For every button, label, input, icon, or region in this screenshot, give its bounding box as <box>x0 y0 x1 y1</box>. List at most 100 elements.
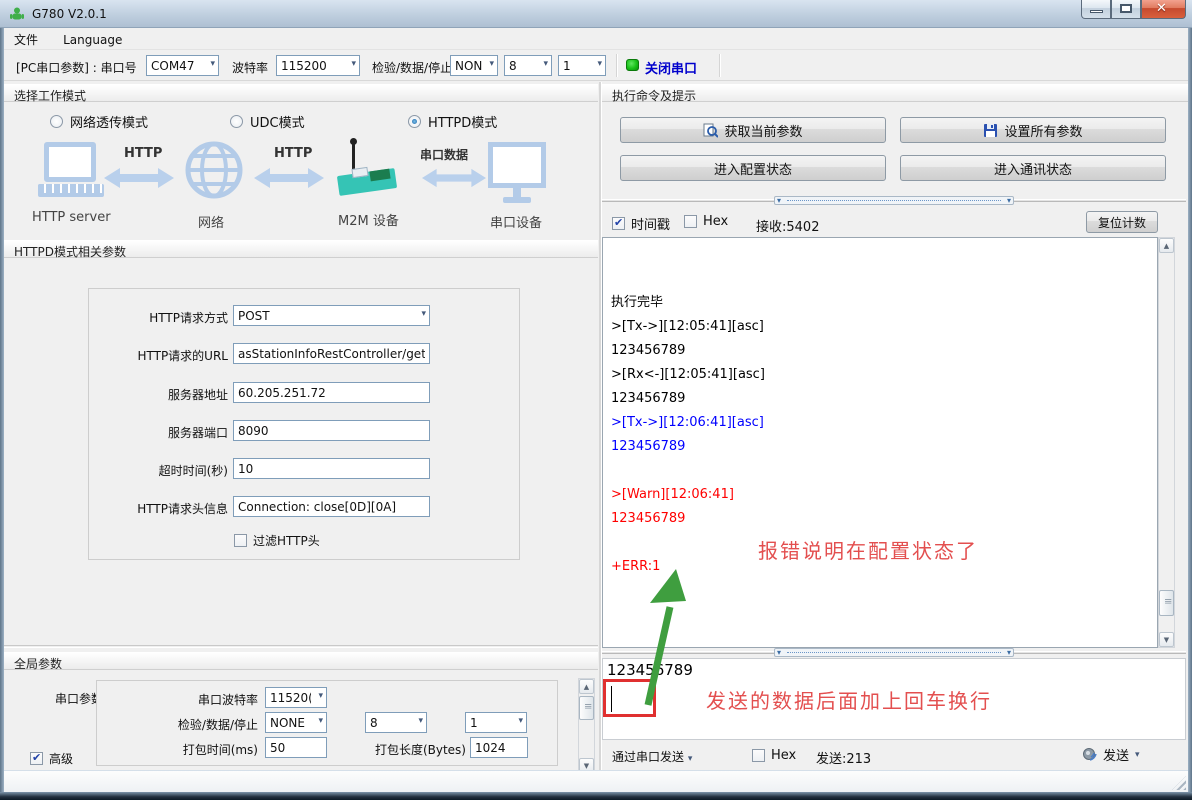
radio-net-transparent[interactable]: 网络透传模式 <box>50 112 148 131</box>
global-baud-select[interactable]: 11520( <box>265 687 327 708</box>
log-line <box>603 459 1157 483</box>
parity-select[interactable]: NONI <box>450 55 498 76</box>
radio-httpd-mode[interactable]: HTTPD模式 <box>408 112 497 131</box>
minimize-button[interactable] <box>1081 0 1111 19</box>
send-icon <box>1082 747 1097 762</box>
request-header-label: HTTP请求头信息 <box>60 500 228 517</box>
checkbox-label: 时间戳 <box>631 214 670 233</box>
reset-count-button[interactable]: 复位计数 <box>1086 211 1158 233</box>
enter-comm-button[interactable]: 进入通讯状态 <box>900 155 1166 181</box>
com-port-select[interactable]: COM47 <box>146 55 219 76</box>
scrollbar-thumb[interactable] <box>1159 590 1174 616</box>
save-icon <box>983 123 998 138</box>
global-databits-select[interactable]: 8 <box>365 712 427 733</box>
pack-time-label: 打包时间(ms) <box>130 741 258 758</box>
log-line: 123456789 <box>603 387 1157 411</box>
httpd-params-header: HTTPD模式相关参数 <box>4 240 598 258</box>
command-panel-header: 执行命令及提示 <box>602 84 1188 102</box>
menu-language[interactable]: Language <box>53 30 132 52</box>
section-divider <box>4 645 598 648</box>
recv-count-label: 接收:5402 <box>756 216 866 235</box>
scroll-up-icon[interactable]: ▲ <box>1159 238 1174 253</box>
checkbox-label: Hex <box>771 748 796 763</box>
window-border <box>1188 28 1192 792</box>
http-method-select[interactable]: POST <box>233 305 430 326</box>
log-scrollbar[interactable]: ▲ ▼ <box>1158 237 1175 648</box>
radio-icon <box>230 115 243 128</box>
get-params-button[interactable]: 获取当前参数 <box>620 117 886 143</box>
send-button[interactable]: 发送 ▾ <box>1082 745 1140 764</box>
double-arrow-icon <box>422 166 486 190</box>
http-url-input[interactable] <box>233 343 430 364</box>
splitter-handle[interactable]: ▾ ▾ <box>774 648 1014 657</box>
window-border <box>0 28 4 792</box>
laptop-icon <box>44 142 96 182</box>
diagram-link-label: HTTP <box>124 146 162 161</box>
server-address-input[interactable] <box>233 382 430 403</box>
global-parity-select[interactable]: NONE <box>265 712 327 733</box>
request-header-input[interactable] <box>233 496 430 517</box>
log-line: 执行完毕 <box>603 291 1157 315</box>
send-hex-checkbox[interactable]: Hex <box>752 748 796 763</box>
set-params-button[interactable]: 设置所有参数 <box>900 117 1166 143</box>
work-mode-header: 选择工作模式 <box>4 84 598 102</box>
checkbox-icon <box>30 752 43 765</box>
timeout-input[interactable] <box>233 458 430 479</box>
baud-select[interactable]: 115200 <box>276 55 360 76</box>
collapse-icon: ▾ <box>775 650 783 656</box>
global-params-header: 全局参数 <box>4 652 598 670</box>
close-button[interactable]: ✕ <box>1141 0 1186 19</box>
radio-label: HTTPD模式 <box>428 112 497 131</box>
send-via-serial-dropdown[interactable]: 通过串口发送 ▾ <box>612 748 692 765</box>
recv-hex-checkbox[interactable]: Hex <box>684 214 728 229</box>
toolbar-separator <box>616 54 617 77</box>
enter-config-button[interactable]: 进入配置状态 <box>620 155 886 181</box>
resize-grip[interactable] <box>1172 776 1186 790</box>
server-port-label: 服务器端口 <box>60 424 228 441</box>
crlf-annotation: 发送的数据后面加上回车换行 <box>706 685 992 714</box>
splitter-dots <box>787 200 1001 201</box>
log-splitter[interactable]: ▾ ▾ <box>602 196 1186 205</box>
scroll-down-icon[interactable]: ▼ <box>1159 632 1174 647</box>
log-line: 123456789 <box>603 507 1157 531</box>
global-stopbits-select[interactable]: 1 <box>465 712 527 733</box>
laptop-icon <box>38 184 104 197</box>
log-line: 123456789 <box>603 435 1157 459</box>
menu-bar: 文件 Language <box>4 28 1188 50</box>
config-state-annotation: 报错说明在配置状态了 <box>758 535 978 564</box>
log-line: >[Tx->][12:06:41][asc] <box>603 411 1157 435</box>
button-label: 设置所有参数 <box>1004 121 1082 140</box>
diagram-link-label: HTTP <box>274 146 312 161</box>
window-title: G780 V2.0.1 <box>32 7 107 21</box>
filter-http-checkbox[interactable]: 过滤HTTP头 <box>234 532 320 549</box>
pack-time-input[interactable] <box>265 737 327 758</box>
diagram-node-label: 网络 <box>198 212 224 231</box>
close-port-button[interactable]: 关闭串口 <box>645 58 697 77</box>
splitter-handle[interactable]: ▾ ▾ <box>774 196 1014 205</box>
chevron-down-icon: ▾ <box>1135 750 1140 760</box>
diagram-node-label: M2M 设备 <box>338 210 399 229</box>
stopbits-select[interactable]: 1 <box>558 55 606 76</box>
timestamp-checkbox[interactable]: 时间戳 <box>612 214 670 233</box>
diagram-node-label: 串口设备 <box>490 212 542 231</box>
minimize-icon <box>1090 10 1103 13</box>
button-label: 获取当前参数 <box>724 121 802 140</box>
app-icon <box>9 6 25 22</box>
menu-file[interactable]: 文件 <box>4 28 48 50</box>
server-port-input[interactable] <box>233 420 430 441</box>
chevron-down-icon: ▾ <box>688 754 693 764</box>
pack-length-input[interactable] <box>470 737 528 758</box>
left-panel-scrollbar[interactable]: ▲ ▼ <box>578 678 595 774</box>
log-line: 123456789 <box>603 339 1157 363</box>
radio-udc-mode[interactable]: UDC模式 <box>230 112 305 131</box>
databits-select[interactable]: 8 <box>504 55 552 76</box>
button-label: 发送 <box>1103 745 1129 764</box>
scroll-up-icon[interactable]: ▲ <box>579 679 594 694</box>
status-bar <box>4 770 1188 792</box>
diagram-node-label: HTTP server <box>32 210 111 225</box>
maximize-button[interactable] <box>1111 0 1141 19</box>
scrollbar-thumb[interactable] <box>579 696 594 720</box>
advanced-checkbox[interactable]: 高级 <box>30 750 73 767</box>
maximize-icon <box>1120 4 1132 13</box>
dropdown-label: 通过串口发送 <box>612 750 684 764</box>
